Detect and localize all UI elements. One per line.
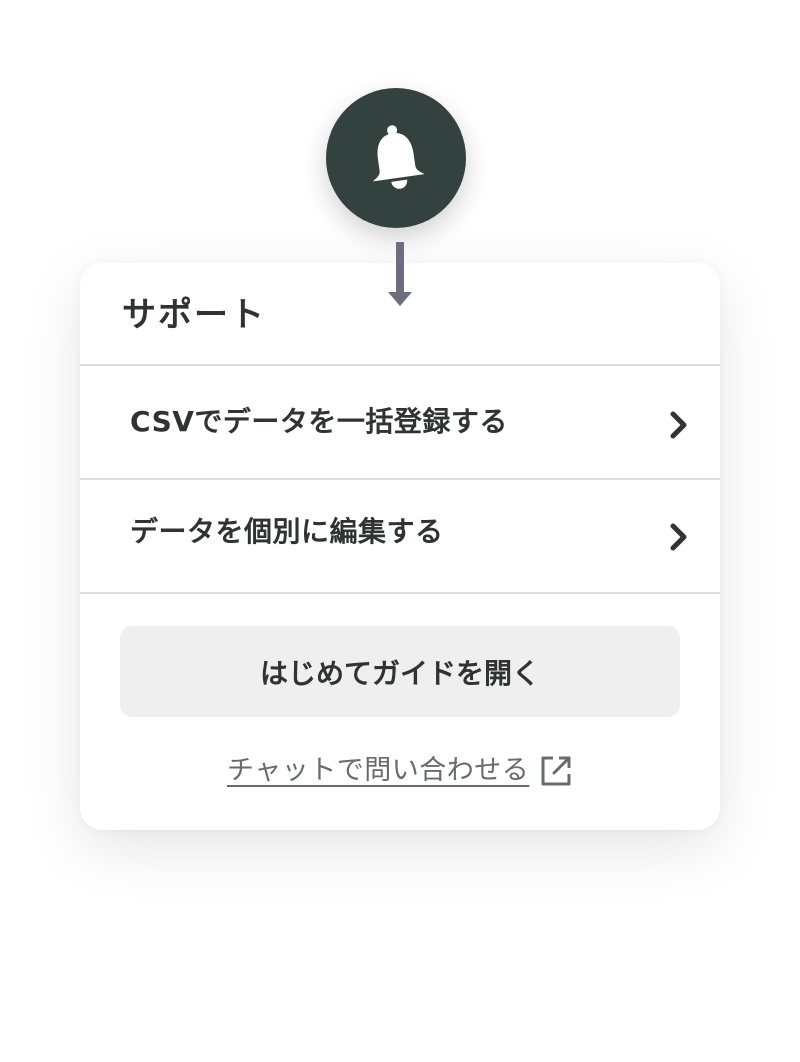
stage: サポート CSVでデータを一括登録する データを個別に編集する はじめてガイドを… — [0, 0, 800, 1062]
chat-inquiry-link-label: チャットで問い合わせる — [227, 755, 530, 786]
chat-inquiry-link[interactable]: チャットで問い合わせる — [227, 751, 573, 791]
chevron-right-icon — [670, 411, 687, 439]
panel-title: サポート — [122, 295, 266, 335]
menu-item-label: CSVでデータを一括登録する — [130, 405, 508, 438]
menu-item-edit-individually[interactable]: データを個別に編集する — [80, 480, 720, 592]
support-panel: サポート CSVでデータを一括登録する データを個別に編集する はじめてガイドを… — [80, 263, 720, 830]
bell-icon — [373, 125, 425, 189]
open-guide-button[interactable]: はじめてガイドを開く — [120, 626, 680, 717]
chevron-right-icon — [670, 523, 687, 551]
menu-item-label: データを個別に編集する — [130, 515, 444, 548]
external-link-icon — [541, 756, 571, 786]
menu-item-csv-bulk-register[interactable]: CSVでデータを一括登録する — [80, 366, 720, 478]
pointer-arrow — [388, 242, 412, 306]
notification-bell-button[interactable] — [326, 88, 466, 228]
divider — [80, 592, 720, 594]
